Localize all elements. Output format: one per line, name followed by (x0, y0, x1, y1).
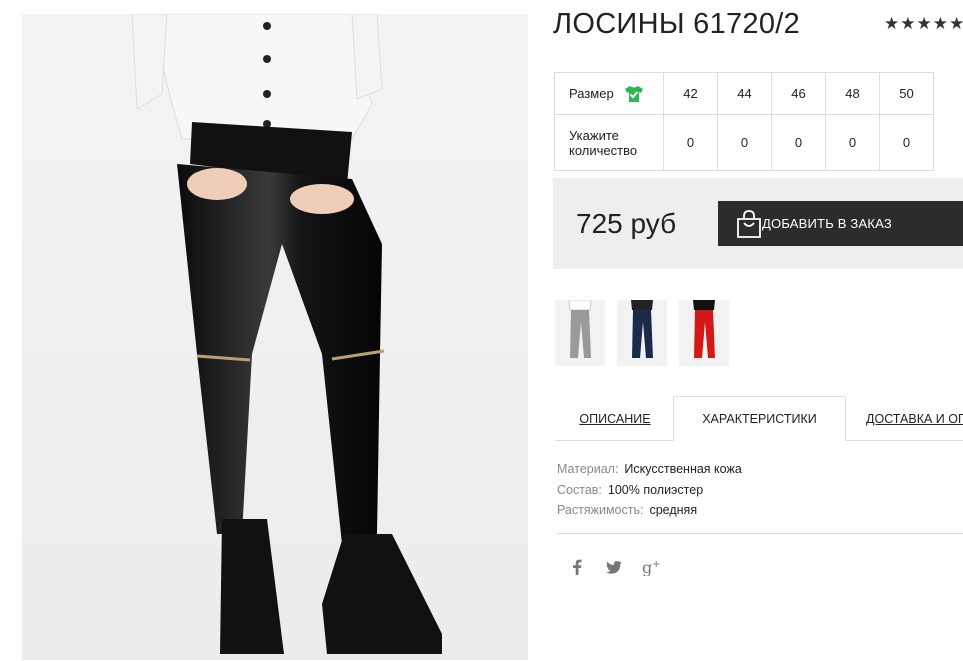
social-divider (557, 533, 963, 534)
size-label: Размер (569, 86, 614, 101)
tab-delivery-label: ДОСТАВКА И ОП (866, 411, 963, 426)
tab-characteristics[interactable]: ХАРАКТЕРИСТИКИ (673, 396, 846, 441)
size-label-cell: Размер (554, 72, 664, 115)
characteristic-value: 100% полиэстер (607, 482, 704, 497)
quantity-label-line2: количество (569, 142, 638, 158)
size-cell[interactable]: 48 (825, 72, 880, 115)
price-panel: 725 руб ДОБАВИТЬ В ЗАКАЗ (553, 178, 963, 269)
tshirt-check-icon[interactable] (624, 85, 644, 103)
characteristic-key: Материал: (557, 462, 619, 476)
product-main-photo[interactable] (22, 14, 528, 660)
quantity-input[interactable]: 0 (825, 114, 880, 171)
tab-description-label: ОПИСАНИЕ (579, 411, 651, 426)
google-plus-icon[interactable]: g + (641, 557, 665, 577)
characteristic-key: Растяжимость: (557, 503, 644, 517)
quantity-input[interactable]: 0 (879, 114, 934, 171)
characteristic-value: средняя (649, 503, 698, 517)
thumbnail-navy-variant[interactable] (617, 300, 667, 366)
quantity-label-line1: Укажите (569, 127, 619, 143)
quantity-input[interactable]: 0 (771, 114, 826, 171)
quantity-label-cell: Укажите количество (554, 114, 664, 171)
quantity-input[interactable]: 0 (663, 114, 718, 171)
add-to-order-button[interactable]: ДОБАВИТЬ В ЗАКАЗ (718, 201, 963, 246)
svg-text:g: g (642, 558, 652, 576)
shopping-bag-icon (737, 210, 761, 238)
svg-text:+: + (652, 559, 660, 570)
size-cell[interactable]: 50 (879, 72, 934, 115)
characteristic-key: Состав: (557, 482, 602, 497)
product-title: ЛОСИНЫ 61720/2 (553, 8, 801, 40)
characteristics-list: Материал: Искусственная кожа Состав: 100% … (557, 459, 742, 521)
thumbnail-red-variant[interactable] (679, 300, 729, 366)
twitter-icon[interactable] (604, 557, 624, 577)
tab-delivery[interactable]: ДОСТАВКА И ОП (866, 396, 963, 441)
rating-stars[interactable]: ★★★★★ (884, 14, 963, 34)
product-price: 725 руб (576, 208, 677, 239)
size-cell[interactable]: 42 (663, 72, 718, 115)
characteristic-row: Растяжимость: средняя (557, 500, 742, 521)
quantity-input[interactable]: 0 (717, 114, 772, 171)
size-cell[interactable]: 44 (717, 72, 772, 115)
characteristic-row: Состав: 100% полиэстер (557, 480, 742, 501)
add-to-order-label: ДОБАВИТЬ В ЗАКАЗ (762, 216, 892, 231)
tab-characteristics-label: ХАРАКТЕРИСТИКИ (702, 411, 817, 426)
characteristic-row: Материал: Искусственная кожа (557, 459, 742, 480)
facebook-icon[interactable] (567, 557, 587, 577)
tab-description[interactable]: ОПИСАНИЕ (555, 396, 675, 441)
size-quantity-table: Размер 42 44 46 48 50 Укажите количество… (554, 72, 934, 171)
size-cell[interactable]: 46 (771, 72, 826, 115)
characteristic-value: Искусственная кожа (624, 462, 742, 476)
thumbnail-grey-variant[interactable] (555, 300, 605, 366)
